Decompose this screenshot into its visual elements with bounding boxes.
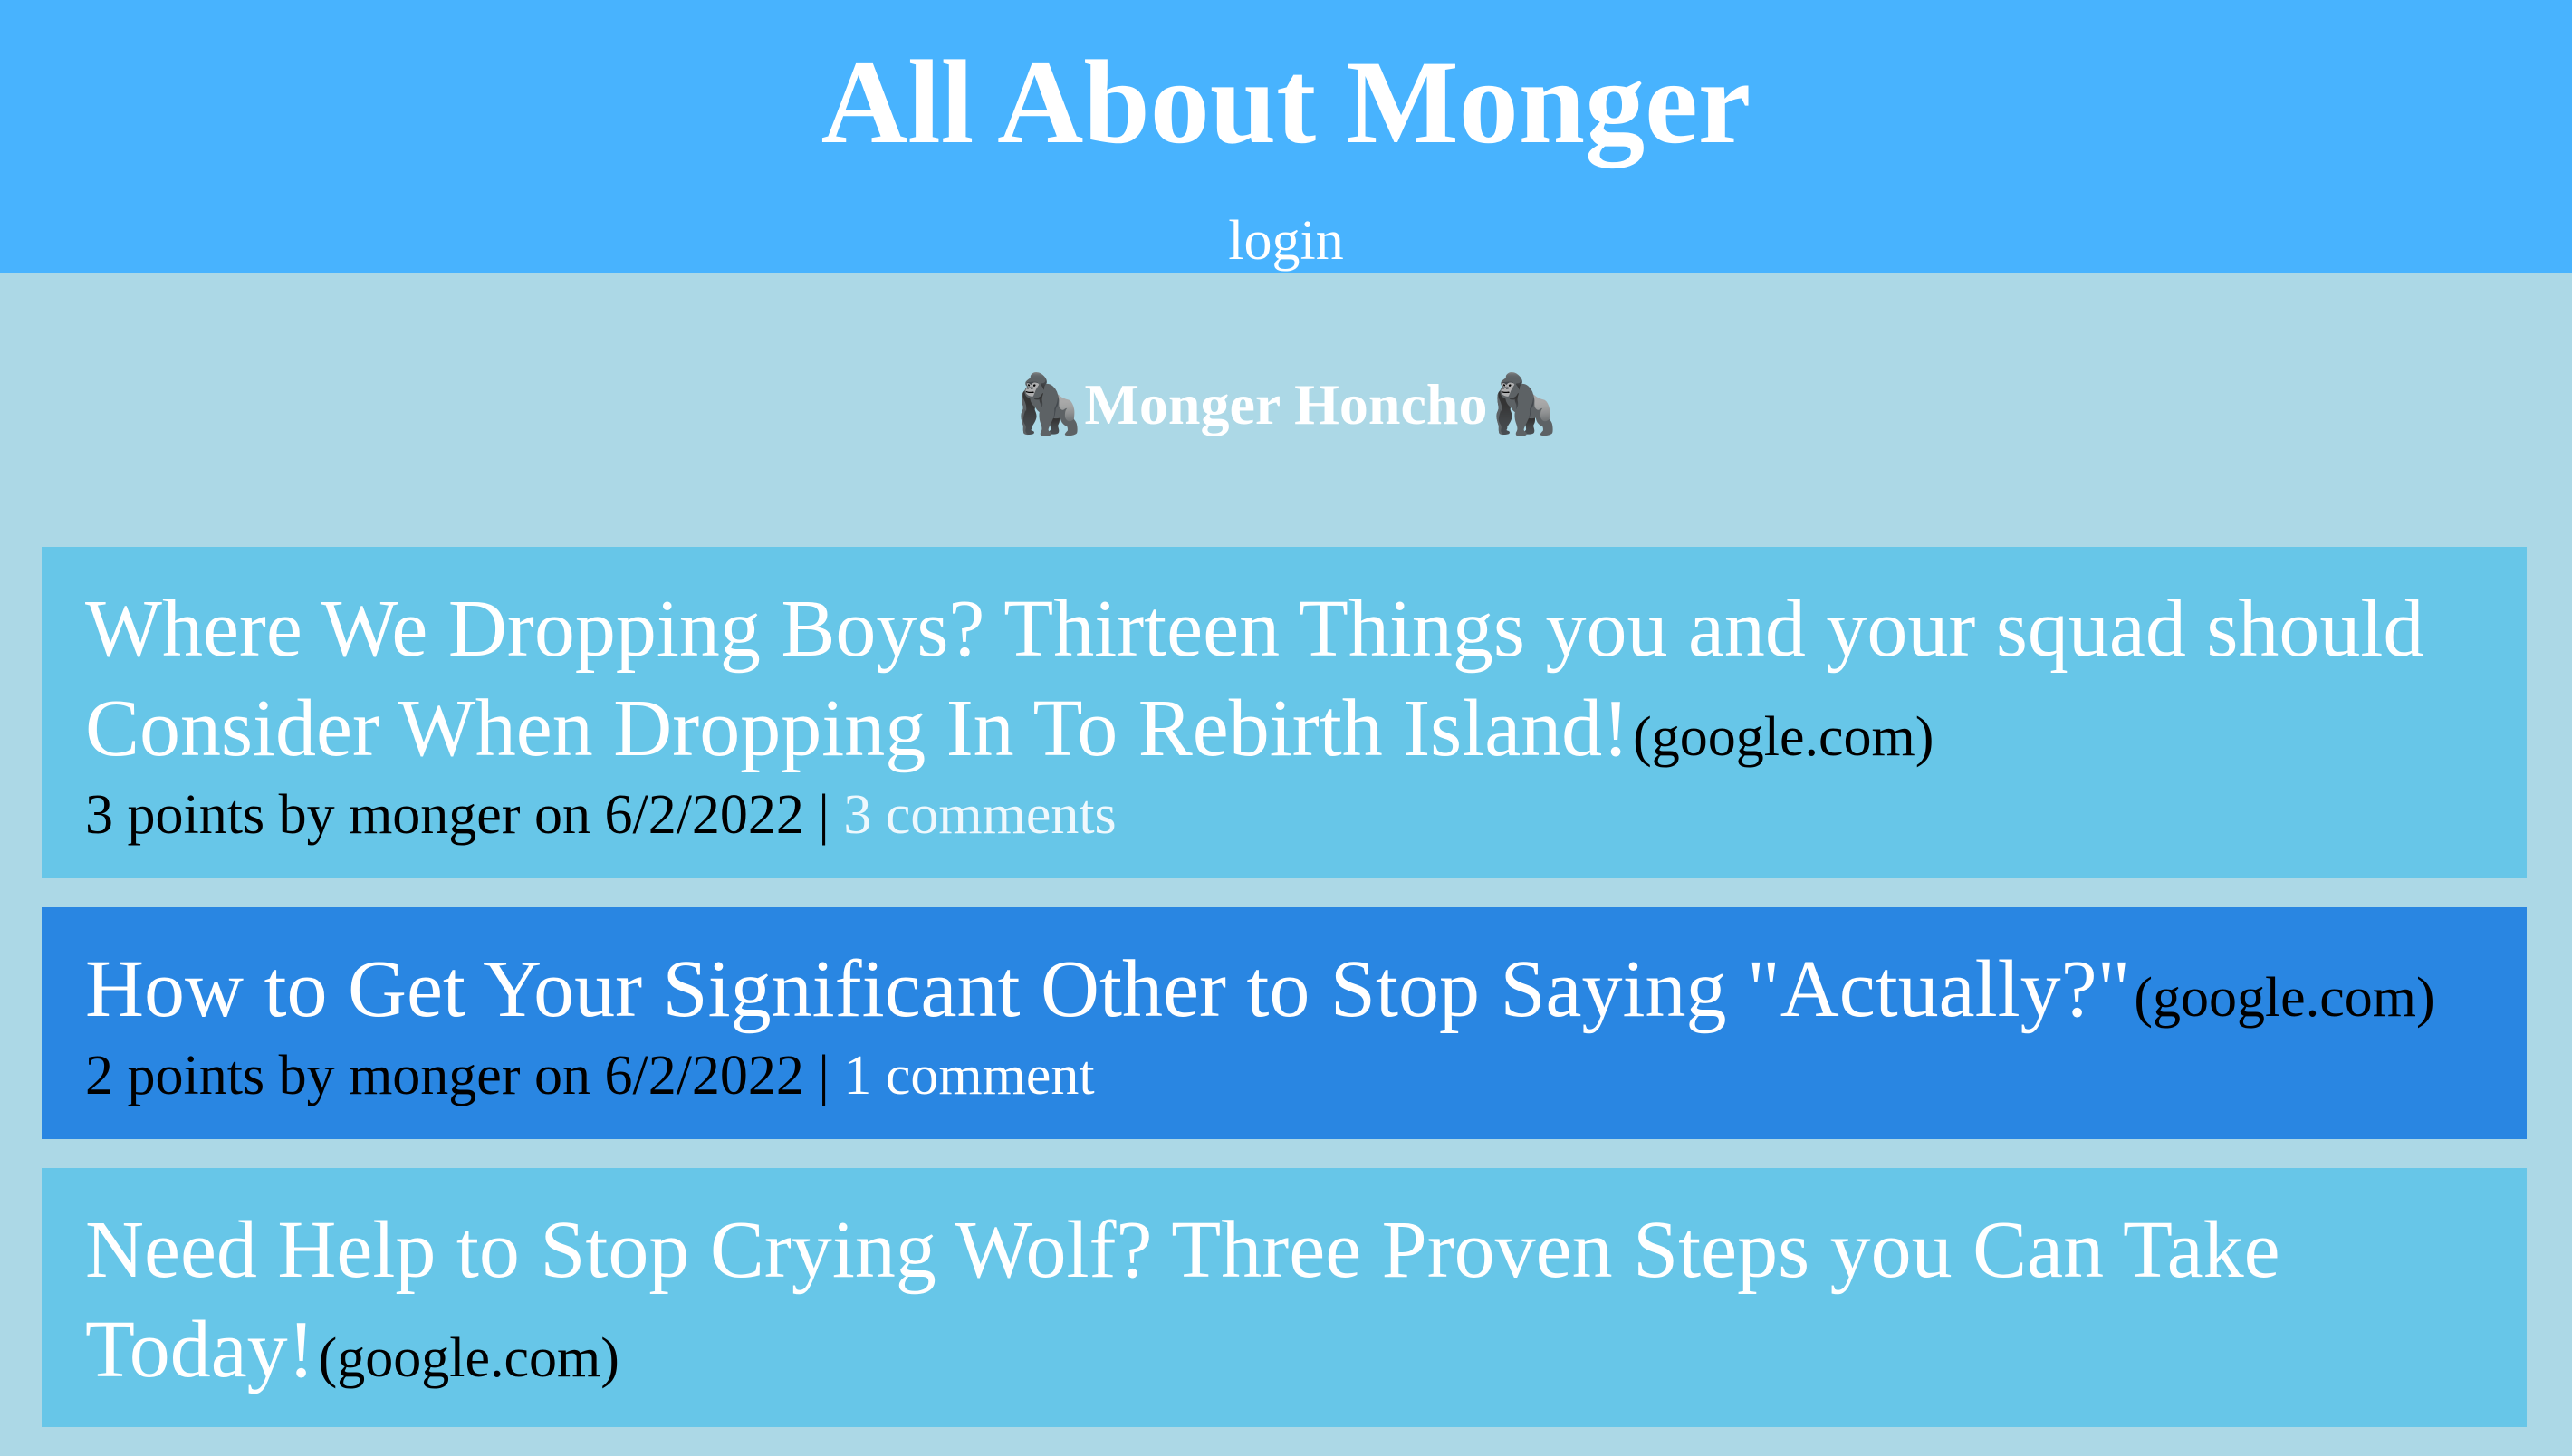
- post-title-link[interactable]: How to Get Your Significant Other to Sto…: [85, 944, 2130, 1034]
- comments-link[interactable]: 1 comment: [843, 1045, 1094, 1106]
- honcho-heading: 🦍Monger Honcho🦍: [1012, 372, 1560, 436]
- post-item: Where We Dropping Boys? Thirteen Things …: [42, 547, 2527, 878]
- site-title: All About Monger: [821, 35, 1751, 168]
- post-item: Need Help to Stop Crying Wolf? Three Pro…: [42, 1168, 2527, 1427]
- post-item: How to Get Your Significant Other to Sto…: [42, 907, 2527, 1139]
- post-title-link[interactable]: Where We Dropping Boys? Thirteen Things …: [85, 584, 2423, 773]
- post-meta-text: 2 points by monger on 6/2/2022 |: [85, 1045, 844, 1106]
- post-domain: (google.com): [2134, 967, 2435, 1029]
- post-meta-text: 3 points by monger on 6/2/2022 |: [85, 784, 844, 846]
- site-header: All About Monger login: [0, 0, 2572, 273]
- post-meta: 3 points by monger on 6/2/2022 | 3 comme…: [85, 779, 2483, 851]
- post-domain: (google.com): [1633, 706, 1934, 768]
- post-domain: (google.com): [318, 1327, 619, 1389]
- post-meta: 2 points by monger on 6/2/2022 | 1 comme…: [85, 1039, 2483, 1112]
- comments-link[interactable]: 3 comments: [843, 784, 1116, 846]
- login-link[interactable]: login: [0, 205, 2572, 277]
- post-list: Where We Dropping Boys? Thirteen Things …: [42, 547, 2527, 1456]
